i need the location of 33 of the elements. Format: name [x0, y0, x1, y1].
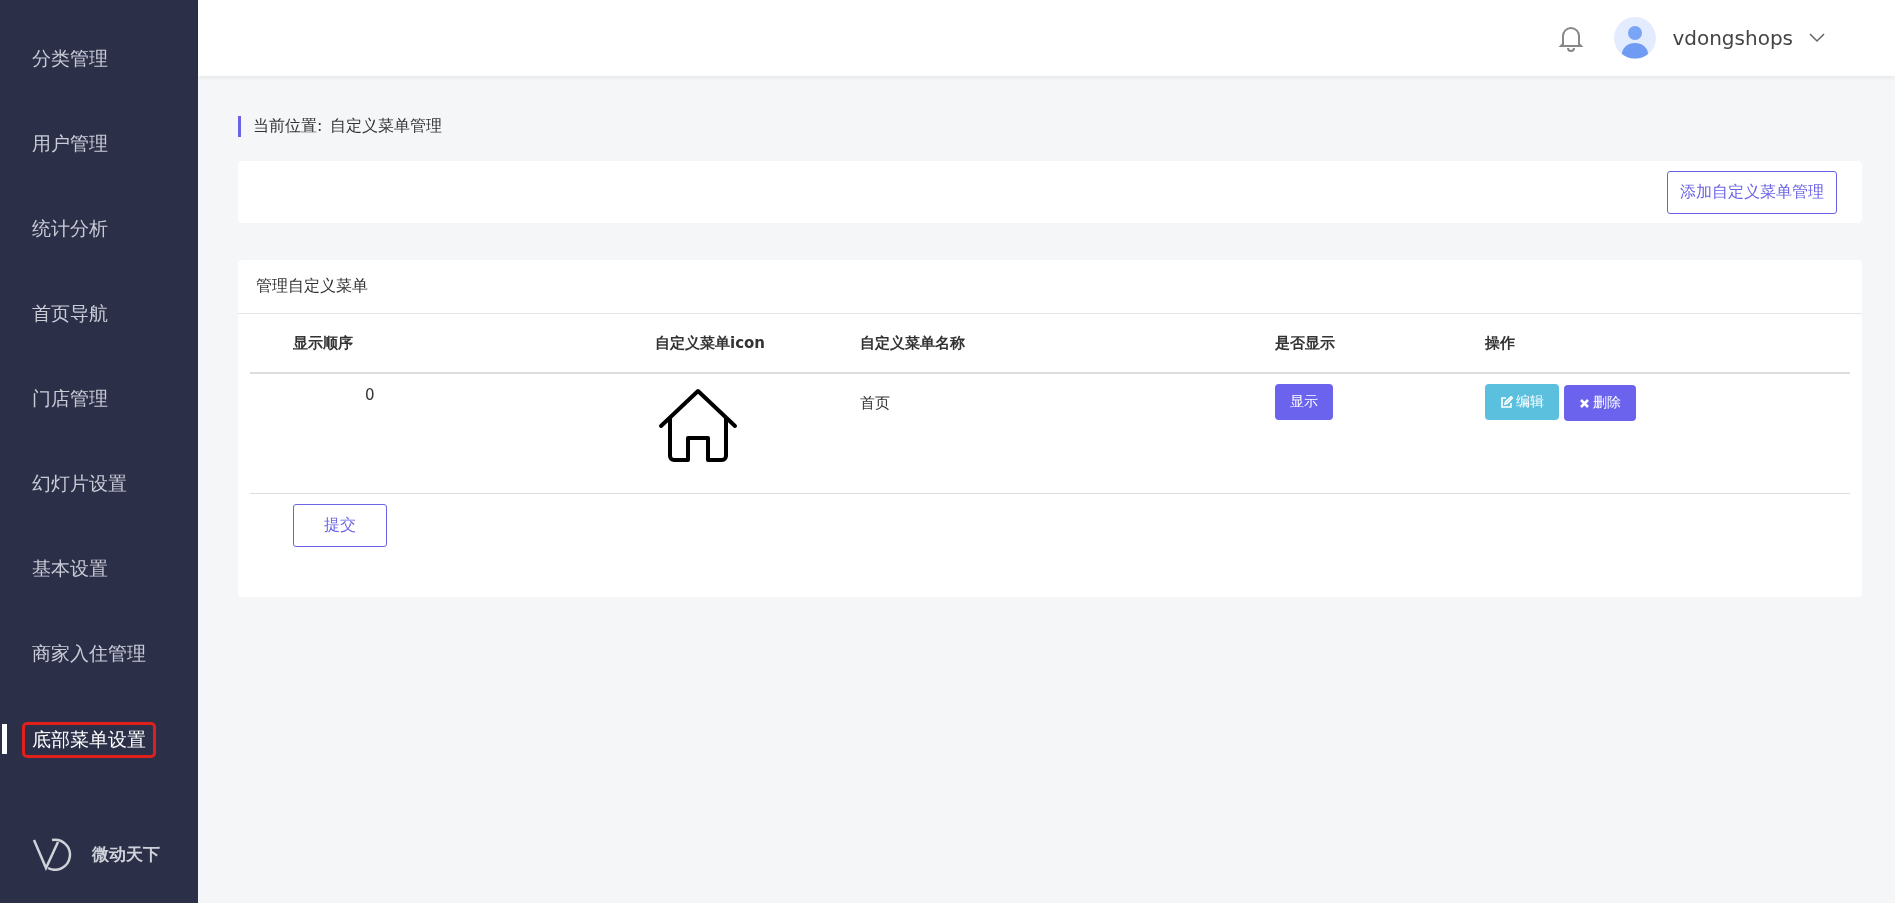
- sidebar-item[interactable]: 门店管理: [32, 382, 108, 416]
- breadcrumb-label: 当前位置:: [253, 116, 323, 137]
- home-icon: [658, 388, 738, 462]
- sidebar-item[interactable]: 统计分析: [32, 212, 108, 246]
- sidebar-item[interactable]: 基本设置: [32, 552, 108, 586]
- avatar-icon[interactable]: [1614, 17, 1657, 59]
- active-indicator: [2, 724, 7, 754]
- sidebar-item[interactable]: 分类管理: [32, 42, 108, 76]
- close-icon: [1578, 397, 1590, 409]
- column-header: 显示顺序: [293, 333, 353, 352]
- sidebar-item[interactable]: 底部菜单设置: [22, 722, 156, 758]
- sidebar-item[interactable]: 幻灯片设置: [32, 467, 127, 501]
- column-header: 自定义菜单名称: [860, 333, 965, 352]
- sidebar-item[interactable]: 首页导航: [32, 297, 108, 331]
- logo-icon: [32, 837, 72, 871]
- sidebar-item[interactable]: 用户管理: [32, 127, 108, 161]
- column-header: 是否显示: [1275, 333, 1335, 352]
- panel-title: 管理自定义菜单: [238, 260, 1862, 314]
- chevron-down-icon[interactable]: [1809, 33, 1825, 43]
- brand-name: 微动天下: [92, 842, 160, 866]
- show-button[interactable]: 显示: [1275, 384, 1333, 420]
- sidebar-item[interactable]: 商家入住管理: [32, 637, 146, 671]
- edit-icon: [1500, 395, 1513, 409]
- bell-icon[interactable]: [1558, 24, 1585, 52]
- delete-button[interactable]: 删除: [1563, 385, 1636, 421]
- add-menu-button[interactable]: 添加自定义菜单管理: [1667, 170, 1837, 214]
- breadcrumb-current: 自定义菜单管理: [330, 116, 443, 137]
- name-cell: 首页: [860, 394, 890, 412]
- username[interactable]: vdongshops: [1672, 26, 1793, 50]
- column-header: 操作: [1485, 333, 1515, 352]
- order-cell: 0: [365, 386, 375, 404]
- column-header: 自定义菜单icon: [655, 333, 766, 352]
- submit-button[interactable]: 提交: [293, 503, 387, 547]
